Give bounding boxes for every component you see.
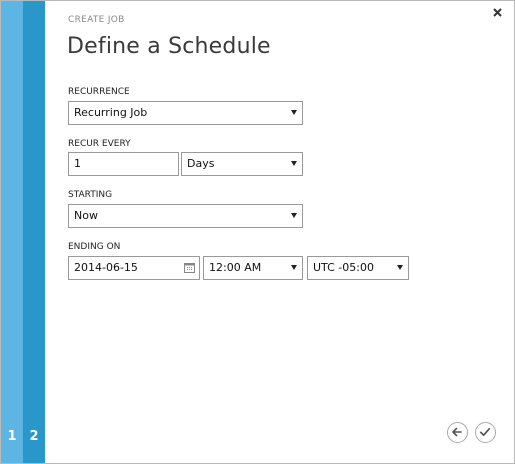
dialog-eyebrow: CREATE JOB (68, 15, 125, 25)
recur-every-unit-value: Days (187, 157, 215, 170)
ending-timezone-select[interactable]: UTC -05:00 (307, 256, 409, 280)
chevron-down-icon (291, 161, 297, 166)
recur-every-count-value: 1 (74, 157, 81, 170)
close-button[interactable] (490, 5, 506, 21)
chevron-down-icon (291, 213, 297, 218)
ending-time-select[interactable]: 12:00 AM (203, 256, 303, 280)
ending-date-value: 2014-06-15 (74, 261, 138, 274)
recur-every-label: RECUR EVERY (68, 139, 131, 149)
starting-select[interactable]: Now (68, 204, 303, 228)
wizard-step-1[interactable]: 1 (1, 429, 23, 444)
recurrence-label: RECURRENCE (68, 87, 130, 97)
recurrence-value: Recurring Job (74, 106, 148, 119)
close-icon (493, 8, 502, 17)
chevron-down-icon (291, 265, 297, 270)
starting-label: STARTING (68, 190, 113, 200)
ending-date-input[interactable]: 2014-06-15 (68, 256, 200, 280)
starting-value: Now (74, 209, 98, 222)
recurrence-select[interactable]: Recurring Job (68, 101, 303, 125)
chevron-down-icon (397, 265, 403, 270)
wizard-active-step-rail (23, 1, 45, 463)
checkmark-icon (479, 427, 491, 437)
recur-every-unit-select[interactable]: Days (181, 152, 303, 176)
arrow-left-icon (452, 427, 462, 437)
back-button[interactable] (447, 422, 468, 443)
recur-every-count-input[interactable]: 1 (68, 152, 179, 176)
wizard-step-rail (1, 1, 23, 463)
calendar-icon[interactable] (184, 262, 195, 273)
finish-button[interactable] (475, 422, 496, 443)
ending-on-label: ENDING ON (68, 242, 121, 252)
ending-time-value: 12:00 AM (209, 261, 262, 274)
chevron-down-icon (291, 110, 297, 115)
page-title: Define a Schedule (67, 34, 271, 59)
ending-timezone-value: UTC -05:00 (313, 261, 374, 274)
create-job-dialog: 1 2 CREATE JOB Define a Schedule RECURRE… (0, 0, 515, 464)
wizard-step-2[interactable]: 2 (23, 429, 45, 444)
